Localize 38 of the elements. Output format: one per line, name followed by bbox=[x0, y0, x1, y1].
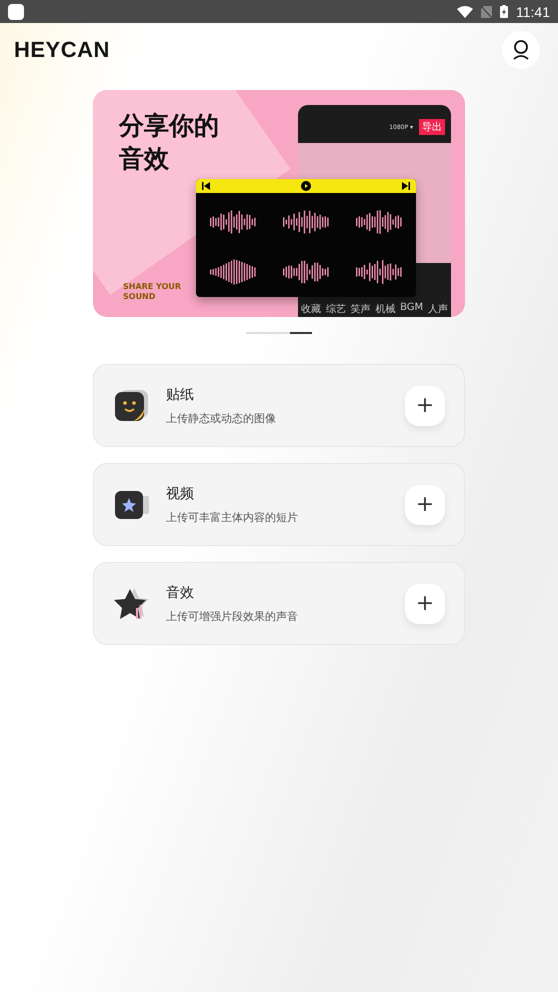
export-label: 导出 bbox=[419, 119, 445, 135]
category-label: BGM bbox=[400, 302, 424, 315]
star-sound-icon bbox=[114, 586, 150, 620]
person-icon bbox=[512, 40, 530, 60]
app-logo: HEYCAN bbox=[14, 37, 110, 63]
card-description: 上传可增强片段效果的声音 bbox=[166, 608, 299, 624]
status-time: 11:41 bbox=[516, 4, 550, 20]
skip-back-icon bbox=[202, 182, 210, 190]
waveform-drawing bbox=[354, 207, 404, 237]
add-button[interactable]: + bbox=[405, 484, 445, 524]
upload-card[interactable]: 音效 上传可增强片段效果的声音 + bbox=[93, 562, 465, 645]
app-notification-icon bbox=[8, 4, 24, 20]
card-title: 音效 bbox=[166, 584, 195, 602]
category-label: 综艺 bbox=[326, 302, 346, 316]
video-camera-icon bbox=[114, 490, 150, 520]
play-icon bbox=[301, 181, 311, 191]
waveform-drawing bbox=[354, 257, 404, 287]
card-title: 视频 bbox=[166, 484, 195, 502]
card-description: 上传静态或动态的图像 bbox=[166, 410, 277, 426]
category-label: 收藏 bbox=[301, 302, 321, 316]
battery-charging-icon bbox=[500, 5, 508, 18]
sticker-icon bbox=[114, 388, 150, 422]
card-description: 上传可丰富主体内容的短片 bbox=[166, 510, 299, 524]
add-button[interactable]: + bbox=[405, 584, 445, 624]
wifi-icon bbox=[457, 6, 473, 18]
waveform-drawing bbox=[208, 257, 258, 287]
banner-tagline: SHARE YOUR SOUND bbox=[123, 282, 182, 302]
card-title: 贴纸 bbox=[166, 386, 195, 404]
add-button[interactable]: + bbox=[405, 386, 445, 426]
category-label: 人声 bbox=[428, 302, 448, 316]
no-sim-icon bbox=[481, 6, 492, 18]
profile-button[interactable] bbox=[502, 31, 540, 69]
skip-forward-icon bbox=[402, 182, 410, 190]
category-label: 笑声 bbox=[350, 302, 371, 316]
banner-headline: 分享你的 音效 bbox=[119, 110, 219, 174]
upload-card[interactable]: 贴纸 上传静态或动态的图像 + bbox=[93, 364, 465, 447]
upload-card[interactable]: 视频 上传可丰富主体内容的短片 + bbox=[93, 463, 465, 546]
category-label: 机械 bbox=[375, 302, 396, 316]
